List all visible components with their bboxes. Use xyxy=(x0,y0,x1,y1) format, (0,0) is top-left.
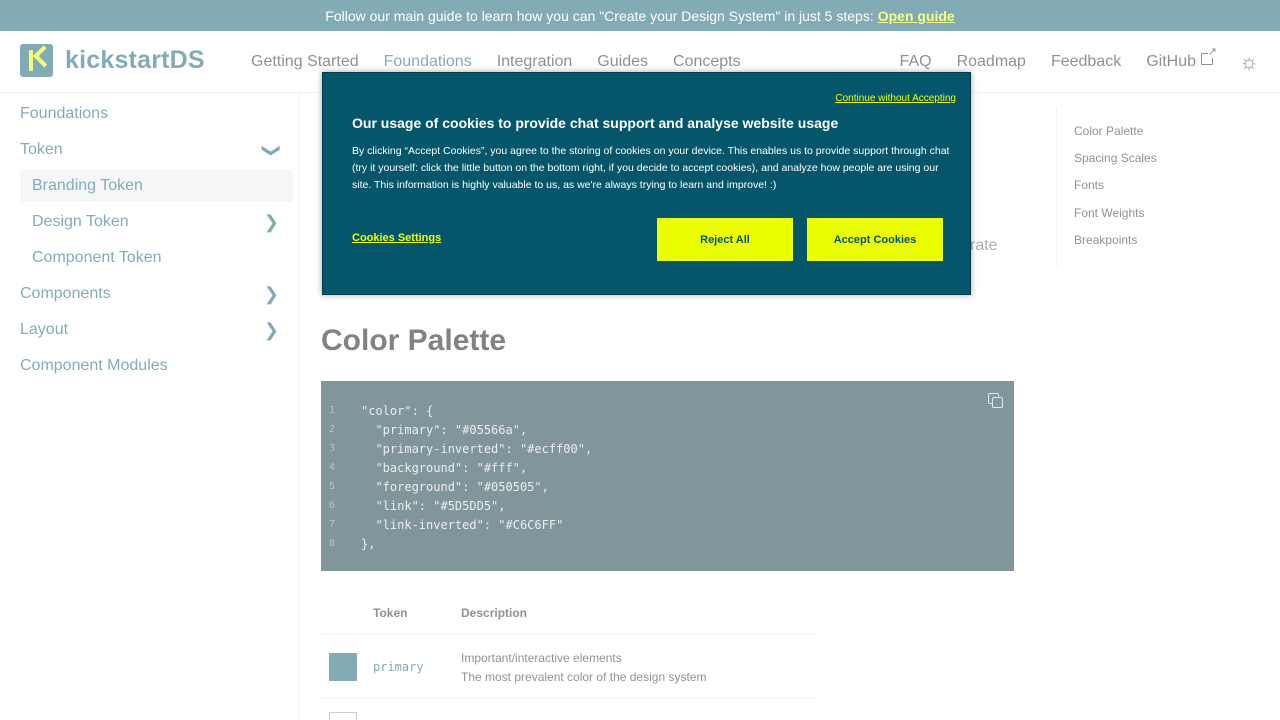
cookie-dialog-body: By clicking “Accept Cookies”, you agree … xyxy=(352,145,950,191)
cookie-dialog: Continue without Accepting Our usage of … xyxy=(322,72,971,295)
accept-cookies-button[interactable]: Accept Cookies xyxy=(807,218,943,261)
cookie-dialog-title: Our usage of cookies to provide chat sup… xyxy=(352,115,839,131)
reject-all-button[interactable]: Reject All xyxy=(657,218,793,261)
cookies-settings-link[interactable]: Cookies Settings xyxy=(352,232,441,244)
continue-without-accepting-link[interactable]: Continue without Accepting xyxy=(835,93,956,104)
